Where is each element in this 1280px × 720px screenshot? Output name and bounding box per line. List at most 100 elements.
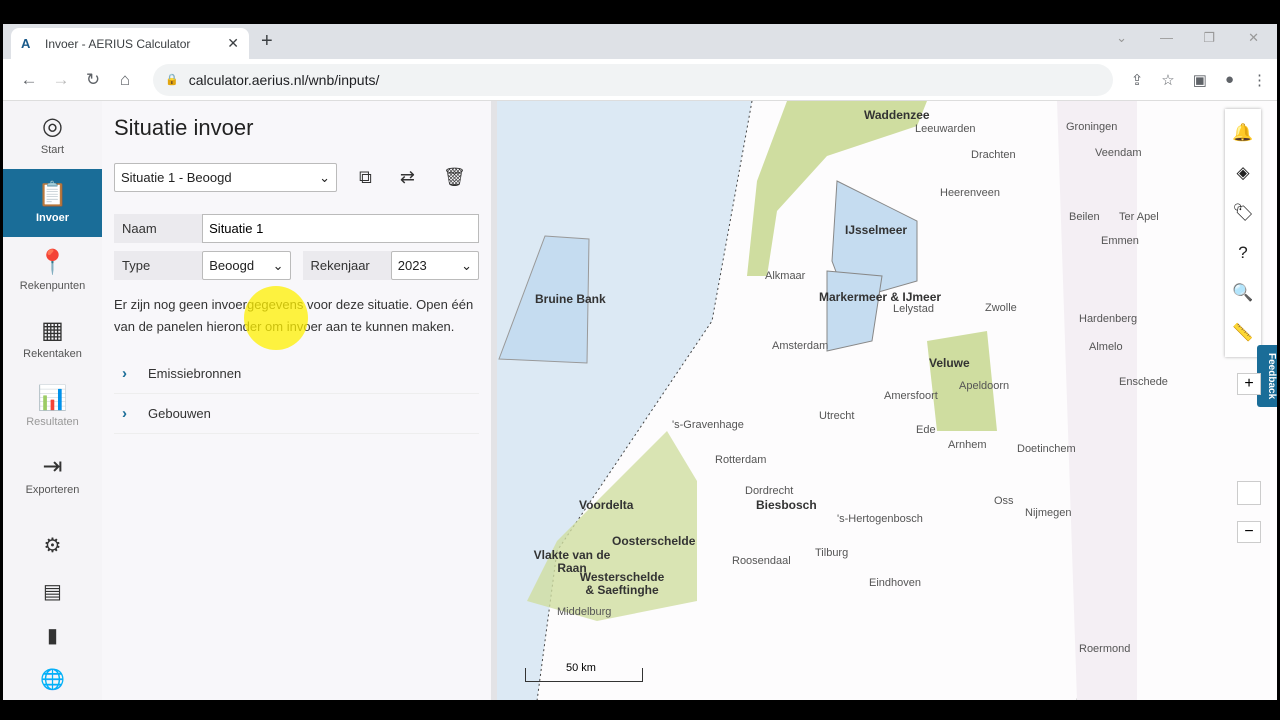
address-bar[interactable]: 🔒 calculator.aerius.nl/wnb/inputs/ [153, 64, 1113, 96]
sidebar-item-label: Rekentaken [23, 348, 82, 360]
sidebar-item-rekentaken[interactable]: ▦Rekentaken [3, 305, 102, 373]
map-label-city: Alkmaar [765, 270, 805, 282]
share-icon[interactable]: ⇪ [1131, 71, 1144, 89]
home-button[interactable]: ⌂ [109, 70, 141, 90]
measure-ruler-icon[interactable]: 📏 [1232, 313, 1253, 353]
sidebar-item-exporteren[interactable]: ⇥ Exporteren [3, 441, 102, 509]
settings-gear-icon[interactable]: ⚙ [3, 533, 102, 558]
map-label-city: Dordrecht [745, 485, 793, 497]
map-label-area: Voordelta [579, 499, 633, 512]
url-text: calculator.aerius.nl/wnb/inputs/ [189, 72, 380, 88]
section-label: Emissiebronnen [148, 366, 241, 381]
type-label: Type [114, 251, 202, 280]
forward-button[interactable]: → [45, 70, 77, 90]
notification-bell-icon[interactable]: 🔔 [1232, 113, 1253, 153]
scale-bar: 50 km [525, 668, 643, 682]
section-label: Gebouwen [148, 406, 211, 421]
map-label-city: Utrecht [819, 410, 854, 422]
terminal-icon[interactable]: ▤ [3, 579, 102, 604]
zoom-in-button[interactable]: + [1237, 373, 1261, 395]
reload-button[interactable]: ↻ [77, 70, 109, 90]
map-label-city: 's-Hertogenbosch [837, 513, 923, 525]
map-label-city: Oss [994, 495, 1014, 507]
copy-situation-icon[interactable]: ⇄ [400, 167, 415, 188]
sidebar-item-resultaten[interactable]: 📊Resultaten [3, 373, 102, 441]
profile-icon[interactable]: ● [1225, 71, 1234, 89]
app: ◎Start 📋Invoer 📍Rekenpunten ▦Rekentaken … [3, 101, 1277, 700]
year-select[interactable]: 2023 ⌄ [391, 251, 479, 280]
sidebar-item-invoer[interactable]: 📋 Invoer [3, 169, 102, 237]
input-panel: Situatie invoer Situatie 1 - Beoogd⌄ ⧉ ⇄ 🗑… [102, 101, 497, 700]
map-label-city: Hardenberg [1079, 313, 1137, 325]
manual-book-icon[interactable]: ▮ [3, 623, 102, 648]
tab-search-icon[interactable]: ⌄ [1116, 30, 1127, 46]
map-label-area: Veluwe [929, 357, 970, 370]
target-icon: ◎ [42, 114, 63, 140]
close-tab-icon[interactable]: ✕ [227, 35, 239, 52]
year-label: Rekenjaar [303, 251, 391, 280]
map-label-city: Veendam [1095, 147, 1141, 159]
restore-button[interactable]: ❐ [1203, 30, 1215, 46]
sidebar-item-label: Resultaten [26, 416, 79, 428]
map-label-area: IJsselmeer [845, 224, 907, 237]
map-label-city: Rotterdam [715, 454, 766, 466]
label-tag-icon[interactable]: 🏷 [1232, 193, 1254, 233]
situation-select[interactable]: Situatie 1 - Beoogd⌄ [114, 163, 337, 192]
scale-label: 50 km [566, 662, 596, 674]
markermeer-area [827, 271, 882, 351]
name-input[interactable]: Situatie 1 [202, 214, 479, 243]
browser-toolbar: ← → ↻ ⌂ 🔒 calculator.aerius.nl/wnb/inputs… [3, 59, 1277, 101]
help-question-icon[interactable]: ? [1238, 233, 1247, 273]
close-window-button[interactable]: ✕ [1248, 30, 1259, 46]
type-select[interactable]: Beoogd⌄ [202, 251, 290, 280]
clipboard-checklist-icon: 📋 [38, 182, 68, 208]
map-label-city: Eindhoven [869, 577, 921, 589]
sidebar-item-label: Invoer [36, 212, 69, 224]
zoom-slider-handle[interactable] [1237, 481, 1261, 505]
map-label-area: Bruine Bank [535, 293, 606, 306]
menu-icon[interactable]: ⋮ [1252, 71, 1267, 89]
map-label-city: Heerenveen [940, 187, 1000, 199]
map-pin-star-icon: 📍 [38, 250, 68, 276]
section-gebouwen[interactable]: ›Gebouwen [114, 394, 479, 434]
map-label-city: Zwolle [985, 302, 1017, 314]
sidebar-item-start[interactable]: ◎Start [3, 101, 102, 169]
side-panel-icon[interactable]: ▣ [1193, 71, 1207, 89]
page-title: Situatie invoer [114, 115, 479, 141]
sidebar-item-rekenpunten[interactable]: 📍Rekenpunten [3, 237, 102, 305]
map-label-area: Waddenzee [864, 109, 930, 122]
map-label-city: Apeldoorn [959, 380, 1009, 392]
map-label-city: Drachten [971, 149, 1016, 161]
bookmark-star-icon[interactable]: ☆ [1161, 71, 1174, 89]
search-icon[interactable]: 🔍 [1232, 273, 1253, 313]
language-globe-icon[interactable]: 🌐 [3, 667, 102, 692]
year-select-value: 2023 [398, 258, 427, 273]
map-label-city: Nijmegen [1025, 507, 1071, 519]
new-tab-button[interactable]: + [261, 30, 273, 53]
minimize-button[interactable]: — [1160, 30, 1173, 45]
chevron-down-icon: ⌄ [319, 170, 330, 186]
layers-icon[interactable]: ◈ [1236, 153, 1249, 193]
add-situation-icon[interactable]: ⧉ [359, 167, 372, 188]
map-label-city: 's-Gravenhage [672, 419, 744, 431]
export-icon: ⇥ [42, 454, 62, 480]
map-label-city: Almelo [1089, 341, 1123, 353]
browser-tab[interactable]: AInvoer - AERIUS Calculator✕ [11, 28, 249, 59]
tab-bar: AInvoer - AERIUS Calculator✕ + ⌄ — ❐ ✕ [3, 24, 1277, 59]
foreign-area [1057, 101, 1137, 700]
map[interactable]: WaddenzeeIJsselmeerMarkermeer & IJmeerBr… [497, 101, 1277, 700]
map-label-city: Enschede [1119, 376, 1168, 388]
lock-icon: 🔒 [165, 73, 179, 86]
delete-trash-icon[interactable]: 🗑 [443, 167, 466, 188]
sidebar-item-label: Exporteren [26, 484, 80, 496]
cursor-highlight [244, 286, 308, 350]
map-label-city: Tilburg [815, 547, 848, 559]
map-label-city: Doetinchem [1017, 443, 1076, 455]
back-button[interactable]: ← [13, 70, 45, 90]
map-label-city: Emmen [1101, 235, 1139, 247]
tab-title: Invoer - AERIUS Calculator [45, 37, 190, 51]
chevron-down-icon: ⌄ [461, 258, 472, 274]
map-label-city: Leeuwarden [915, 123, 976, 135]
zoom-out-button[interactable]: − [1237, 521, 1261, 543]
section-emissiebronnen[interactable]: ›Emissiebronnen [114, 354, 479, 394]
